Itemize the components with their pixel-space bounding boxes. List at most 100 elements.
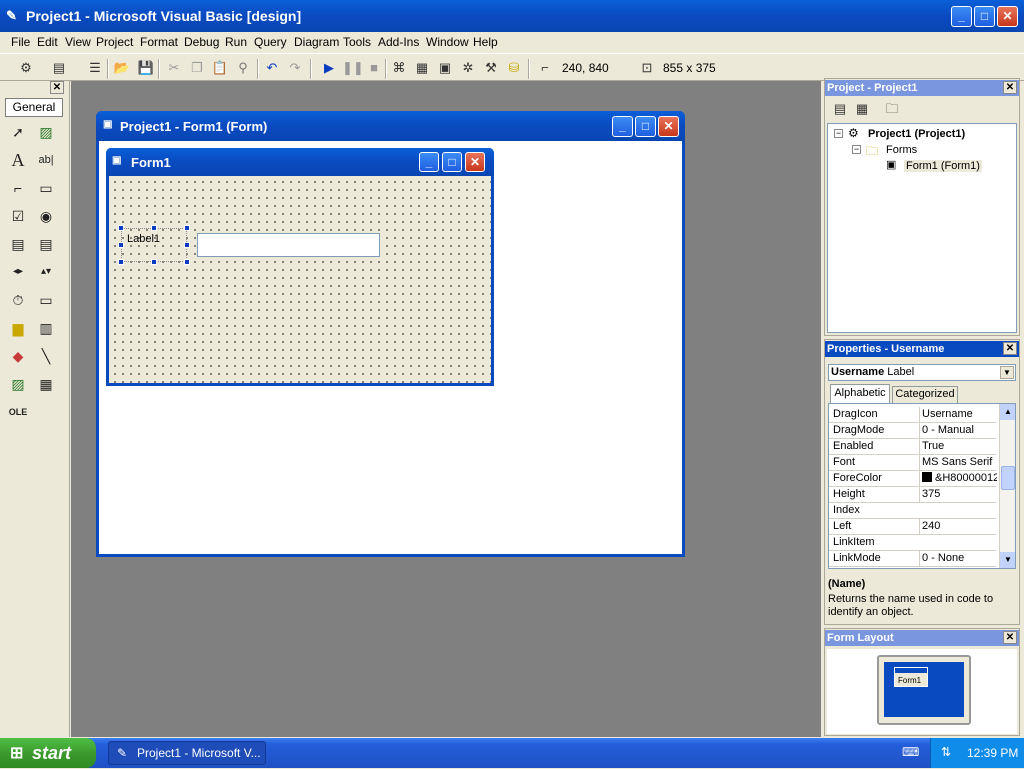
property-value[interactable]: MS Sans Serif — [919, 455, 997, 470]
menu-add-ins[interactable]: Add-Ins — [378, 35, 419, 49]
resize-handle[interactable] — [184, 225, 190, 231]
project-explorer-close-button[interactable]: ✕ — [1003, 81, 1017, 94]
add-form-icon[interactable]: ▤ — [50, 60, 68, 76]
toolbox-icon[interactable]: ⚒ — [482, 60, 500, 76]
vscrollbar-tool-icon[interactable]: ▴▾ — [34, 261, 58, 283]
scroll-thumb[interactable] — [1001, 466, 1015, 490]
designer-maximize-button[interactable]: □ — [635, 116, 656, 137]
form1-minimize-button[interactable]: _ — [419, 152, 439, 172]
menu-query[interactable]: Query — [254, 35, 287, 49]
project-explorer-icon[interactable]: ⌘ — [390, 60, 408, 76]
start-icon[interactable]: ▶ — [320, 60, 338, 76]
image-tool-icon[interactable]: ▨ — [6, 373, 30, 395]
ole-tool-icon[interactable]: OLE — [6, 401, 30, 423]
end-icon[interactable]: ■ — [365, 60, 383, 76]
data-tool-icon[interactable]: ▦ — [34, 373, 58, 395]
properties-window-icon[interactable]: ▦ — [413, 60, 431, 76]
paste-icon[interactable]: 📋 — [211, 60, 229, 76]
tree-forms-folder[interactable]: Forms — [886, 144, 917, 156]
commandbutton-tool-icon[interactable]: ▭ — [34, 177, 58, 199]
break-icon[interactable]: ❚❚ — [342, 60, 364, 76]
toolbox-general-tab[interactable]: General — [5, 98, 63, 117]
form-position-preview[interactable]: Form1 — [894, 667, 928, 687]
tree-expander-icon[interactable]: − — [852, 145, 861, 154]
form1-close-button[interactable]: ✕ — [465, 152, 485, 172]
copy-icon[interactable]: ❐ — [188, 60, 206, 76]
label1-control[interactable]: Label1 — [121, 228, 187, 262]
tab-alphabetic[interactable]: Alphabetic — [830, 384, 890, 403]
property-value[interactable]: 0 - None — [919, 551, 997, 566]
combobox-tool-icon[interactable]: ▤ — [6, 233, 30, 255]
hscrollbar-tool-icon[interactable]: ◂▸ — [6, 261, 30, 283]
menu-diagram[interactable]: Diagram — [294, 35, 339, 49]
chevron-down-icon[interactable]: ▼ — [1000, 366, 1014, 379]
dirlistbox-tool-icon[interactable]: ▆ — [6, 317, 30, 339]
property-row[interactable]: DragMode 0 - Manual — [829, 423, 996, 439]
resize-handle[interactable] — [118, 259, 124, 265]
tree-project-root[interactable]: Project1 (Project1) — [868, 128, 965, 140]
close-button[interactable]: ✕ — [997, 6, 1018, 27]
save-icon[interactable]: 💾 — [137, 60, 155, 76]
property-value-forecolor[interactable]: &H80000012 — [919, 471, 997, 486]
pointer-icon[interactable]: ➚ — [6, 121, 30, 143]
tree-form1-item[interactable]: Form1 (Form1) — [904, 160, 982, 172]
property-row[interactable]: Index — [829, 503, 996, 519]
menu-edit[interactable]: Edit — [37, 35, 58, 49]
resize-handle[interactable] — [118, 225, 124, 231]
frame-tool-icon[interactable]: ⌐ — [6, 177, 30, 199]
text1-textbox[interactable] — [197, 233, 380, 257]
shape-tool-icon[interactable]: ◆ — [6, 345, 30, 367]
maximize-button[interactable]: □ — [974, 6, 995, 27]
clock[interactable]: 12:39 PM — [967, 746, 1018, 760]
form-layout-close-button[interactable]: ✕ — [1003, 631, 1017, 644]
view-code-icon[interactable]: ▤ — [831, 101, 849, 117]
toolbox-close-button[interactable]: ✕ — [50, 81, 64, 94]
picturebox-icon[interactable]: ▨ — [34, 121, 58, 143]
menu-file[interactable]: File — [11, 35, 30, 49]
property-row[interactable]: Enabled True — [829, 439, 996, 455]
find-icon[interactable]: ⚲ — [234, 60, 252, 76]
designer-close-button[interactable]: ✕ — [658, 116, 679, 137]
resize-handle[interactable] — [184, 242, 190, 248]
taskbar-task-button[interactable]: ✎ Project1 - Microsoft V... — [108, 741, 266, 765]
menu-tools[interactable]: Tools — [343, 35, 371, 49]
toggle-folders-icon[interactable]: 🗀 — [883, 101, 901, 117]
property-value[interactable]: True — [919, 439, 997, 454]
tray-keyboard-icon[interactable]: ⌨ — [902, 745, 919, 759]
form1-window[interactable]: ▣ Form1 _ □ ✕ Label1 — [106, 148, 494, 386]
menu-editor-icon[interactable]: ☰ — [86, 60, 104, 76]
form1-maximize-button[interactable]: □ — [442, 152, 462, 172]
listbox-tool-icon[interactable]: ▤ — [34, 233, 58, 255]
optionbutton-tool-icon[interactable]: ◉ — [34, 205, 58, 227]
checkbox-tool-icon[interactable]: ☑ — [6, 205, 30, 227]
add-project-icon[interactable]: ⚙ — [17, 60, 35, 76]
property-value[interactable]: 375 — [919, 487, 997, 502]
menu-format[interactable]: Format — [140, 35, 178, 49]
menu-debug[interactable]: Debug — [184, 35, 219, 49]
property-scrollbar[interactable]: ▲ ▼ — [999, 404, 1015, 568]
property-value[interactable]: 0 - Manual — [919, 423, 997, 438]
property-row[interactable]: LinkMode 0 - None — [829, 551, 996, 567]
view-object-icon[interactable]: ▦ — [853, 101, 871, 117]
form1-design-surface[interactable]: Label1 — [109, 176, 491, 383]
menu-run[interactable]: Run — [225, 35, 247, 49]
timer-tool-icon[interactable]: ⏱ — [6, 289, 30, 311]
menu-help[interactable]: Help — [473, 35, 498, 49]
property-value[interactable]: Username — [919, 407, 997, 422]
filelistbox-tool-icon[interactable]: ▥ — [34, 317, 58, 339]
cut-icon[interactable]: ✂ — [165, 60, 183, 76]
property-row[interactable]: ForeColor &H80000012 — [829, 471, 997, 487]
object-dropdown[interactable]: Username Label ▼ — [828, 364, 1016, 381]
network-icon[interactable]: ⇅ — [941, 745, 951, 759]
undo-icon[interactable]: ↶ — [263, 60, 281, 76]
tab-categorized[interactable]: Categorized — [892, 386, 958, 403]
resize-handle[interactable] — [151, 259, 157, 265]
form-layout-icon[interactable]: ▣ — [436, 60, 454, 76]
property-row[interactable]: DragIcon Username — [829, 407, 996, 423]
scroll-up-icon[interactable]: ▲ — [1000, 404, 1015, 420]
start-button[interactable]: ⊞ start — [0, 738, 96, 768]
line-tool-icon[interactable]: ╲ — [34, 345, 58, 367]
property-row[interactable]: Left 240 — [829, 519, 996, 535]
data-view-icon[interactable]: ⛁ — [505, 60, 523, 76]
designer-minimize-button[interactable]: _ — [612, 116, 633, 137]
